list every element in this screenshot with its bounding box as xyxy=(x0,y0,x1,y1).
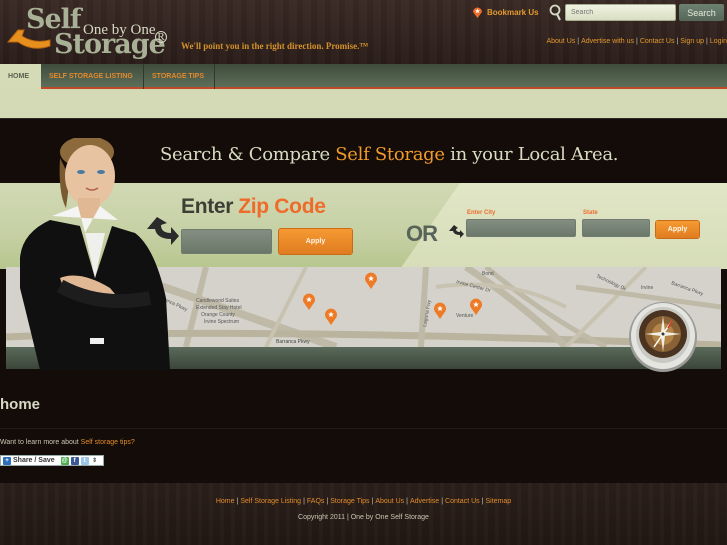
hero-title-post: in your Local Area. xyxy=(444,144,619,165)
hero-title-pre: Search & Compare xyxy=(160,144,336,165)
nav-tab-self-storage-listing[interactable]: SELF STORAGE LISTING xyxy=(41,64,144,89)
separator: | xyxy=(406,498,408,505)
map-pin-icon[interactable] xyxy=(433,302,447,320)
map-pin-icon[interactable] xyxy=(364,272,378,290)
city-apply-button[interactable]: Apply xyxy=(656,221,699,238)
subnav-bar xyxy=(0,89,727,119)
tagline: We'll point you in the right direction. … xyxy=(181,41,369,51)
spokeswoman-photo xyxy=(20,138,170,370)
footer-link-contact-us[interactable]: Contact Us xyxy=(445,498,480,505)
map-pin-icon[interactable] xyxy=(469,298,483,316)
map-pin-icon[interactable] xyxy=(302,293,316,311)
share-plus-icon: + xyxy=(3,456,11,465)
bookmark-link[interactable]: Bookmark Us xyxy=(472,6,539,19)
map-label: Orange County xyxy=(201,312,235,318)
bookmark-label: Bookmark Us xyxy=(487,8,539,17)
site-logo[interactable]: Self One by One Storage R xyxy=(4,4,174,62)
pointer-arrow-small-icon xyxy=(449,225,464,238)
facebook-icon[interactable]: f xyxy=(70,456,79,465)
twitter-icon[interactable]: t xyxy=(80,456,89,465)
separator: | xyxy=(441,498,444,505)
search-input[interactable] xyxy=(565,4,676,21)
intro-text: Want to learn more about Self storage ti… xyxy=(0,439,135,446)
top-link-sign-up[interactable]: Sign up xyxy=(680,38,704,45)
separator: | xyxy=(636,38,638,45)
top-link-contact-us[interactable]: Contact Us xyxy=(640,38,675,45)
city-label: Enter City xyxy=(467,210,496,216)
footer-link-storage-tips[interactable]: Storage Tips xyxy=(330,498,369,505)
separator: | xyxy=(481,498,484,505)
compass-icon xyxy=(629,302,697,372)
top-link-login[interactable]: Login xyxy=(710,38,727,45)
nav-tab-home[interactable]: HOME xyxy=(0,64,41,91)
zip-code-input[interactable] xyxy=(181,229,272,254)
footer-link-faqs[interactable]: FAQs xyxy=(307,498,325,505)
separator: | xyxy=(326,498,329,505)
footer-link-home[interactable]: Home xyxy=(216,498,235,505)
map-pin-icon[interactable] xyxy=(324,308,338,326)
top-link-about-us[interactable]: About Us xyxy=(546,38,575,45)
hero-title-highlight: Self Storage xyxy=(335,144,445,165)
map-label: Candlewood Suites xyxy=(196,298,240,304)
registered-mark: R xyxy=(155,31,167,43)
footer-link-self-storage-listing[interactable]: Self Storage Listing xyxy=(240,498,301,505)
content-divider xyxy=(0,428,727,429)
header: Self One by One Storage R We'll point yo… xyxy=(0,0,727,64)
pointer-arrow-icon xyxy=(147,217,179,245)
hero-title: Search & Compare Self Storage in your Lo… xyxy=(160,144,619,165)
intro-text-body: Want to learn more about xyxy=(0,439,81,446)
page-title: home xyxy=(0,396,41,413)
share-email-icon[interactable]: @ xyxy=(60,456,69,465)
separator: | xyxy=(371,498,374,505)
map-label: Irvine Spectrum xyxy=(204,319,239,325)
footer-link-about-us[interactable]: About Us xyxy=(375,498,404,505)
storage-tips-link[interactable]: Self storage tips? xyxy=(81,439,135,446)
logo-word-storage: Storage xyxy=(54,29,166,60)
footer-links: Home | Self Storage Listing | FAQs | Storage T… xyxy=(0,498,727,505)
footer-link-sitemap[interactable]: Sitemap xyxy=(485,498,511,505)
more-options-icon[interactable]: ⇕ xyxy=(90,456,99,465)
separator: | xyxy=(676,38,679,45)
zip-heading-highlight: Zip Code xyxy=(238,195,326,218)
or-label: OR xyxy=(406,221,438,246)
separator: | xyxy=(236,498,239,505)
state-input[interactable] xyxy=(582,219,650,237)
separator: | xyxy=(577,38,580,45)
zip-heading: Enter Zip Code xyxy=(181,195,326,219)
main-nav: HOME SELF STORAGE LISTING STORAGE TIPS xyxy=(0,64,727,91)
share-save-label: Share / Save xyxy=(13,457,55,464)
footer-link-advertise[interactable]: Advertise xyxy=(410,498,439,505)
nav-tab-storage-tips[interactable]: STORAGE TIPS xyxy=(144,64,215,89)
map-label: Irvine xyxy=(641,285,653,291)
top-links: About Us | Advertise with us | Contact Us | Si… xyxy=(546,38,727,45)
search-icon xyxy=(549,4,561,21)
bookmark-pin-icon xyxy=(473,7,482,18)
map-label: Barranca Pkwy xyxy=(276,339,310,345)
copyright: Copyright 2011 | One by One Self Storage xyxy=(298,514,429,521)
search-button[interactable]: Search xyxy=(679,4,724,21)
zip-heading-pre: Enter xyxy=(181,195,234,218)
share-save-widget[interactable]: + Share / Save @ f t ⇕ xyxy=(0,455,104,466)
footer: Home | Self Storage Listing | FAQs | Storage T… xyxy=(0,483,727,545)
state-label: State xyxy=(583,210,598,216)
city-input[interactable] xyxy=(466,219,576,237)
zip-apply-button[interactable]: Apply xyxy=(279,229,352,254)
map-label: Bond xyxy=(482,271,494,277)
separator: | xyxy=(706,38,708,45)
separator: | xyxy=(303,498,305,505)
top-link-advertise[interactable]: Advertise with us xyxy=(581,38,634,45)
map-label: Extended Stay Hotel xyxy=(196,305,242,311)
